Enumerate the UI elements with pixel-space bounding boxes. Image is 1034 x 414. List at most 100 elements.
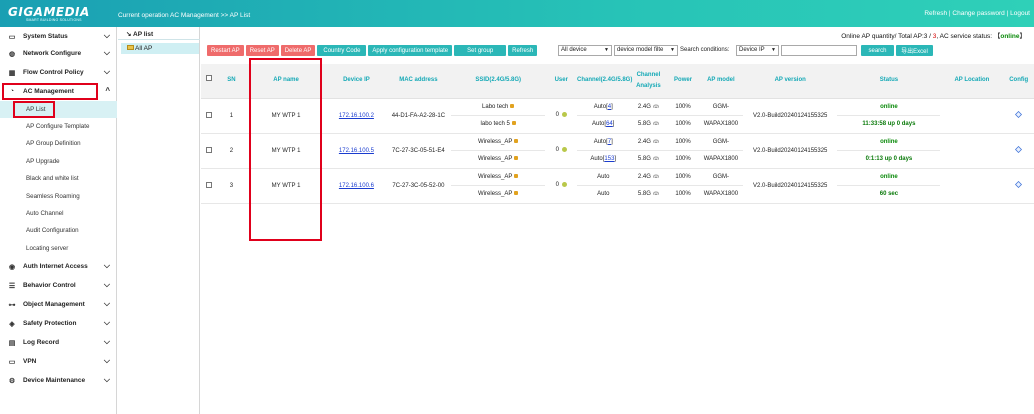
sidebar-item-label: Safety Protection xyxy=(23,320,77,327)
row-checkbox[interactable] xyxy=(206,111,213,118)
change-password-link[interactable]: Change password xyxy=(952,10,1004,17)
edit-icon[interactable] xyxy=(1015,181,1023,188)
monitor-icon: ▭ xyxy=(8,33,16,41)
row-checkbox[interactable] xyxy=(206,146,213,153)
chevron-down-icon: ⌵ xyxy=(103,356,110,365)
lock-icon xyxy=(514,190,519,195)
config-cell xyxy=(1003,168,1034,204)
wifi-signal-icon[interactable] xyxy=(652,155,659,161)
search-input[interactable] xyxy=(781,45,857,56)
tree-node-all-ap[interactable]: All AP xyxy=(121,43,199,54)
arrow-icon: ↘ xyxy=(126,31,132,38)
wifi-signal-icon[interactable] xyxy=(652,120,659,126)
export-excel-button[interactable]: 导出Excel xyxy=(896,45,933,56)
user-count: 0 xyxy=(555,112,559,119)
col-header: AP Location xyxy=(940,64,1004,99)
restart-ap-button[interactable]: Restart AP xyxy=(207,45,244,56)
top-bar: GIGAMEDIA SMART BUILDING SOLUTIONS Curre… xyxy=(0,0,1034,27)
ssid-line: Wireless_AP xyxy=(451,186,546,203)
apply-template-button[interactable]: Apply configuration template xyxy=(368,45,453,56)
wifi-signal-icon[interactable] xyxy=(652,138,659,144)
sidebar-item-vpn[interactable]: ▭ VPN ⌵ xyxy=(0,352,117,371)
location-cell xyxy=(940,98,1004,134)
col-header: Channel(2.4G/5.8G) xyxy=(576,64,632,99)
ssid-text: Labo tech xyxy=(482,103,509,110)
service-status: online xyxy=(1000,33,1020,40)
channel-link[interactable]: 153 xyxy=(604,156,614,162)
edit-icon[interactable] xyxy=(1015,146,1023,153)
chevron-down-icon: ⌵ xyxy=(103,48,110,57)
edit-icon[interactable] xyxy=(1015,111,1023,118)
sidebar-item-network-configure[interactable]: ◍ Network Configure ⌵ xyxy=(0,44,117,63)
power-line: 100% xyxy=(675,190,691,197)
power-line: 100% xyxy=(667,99,699,116)
set-group-button[interactable]: Set group xyxy=(454,45,507,56)
model-line: WAPAX1800 xyxy=(703,120,739,127)
sidebar-item-flow-control[interactable]: ▦ Flow Control Policy ⌵ xyxy=(0,63,117,82)
tree-title-text: AP list xyxy=(133,31,154,38)
sidebar-item-log-record[interactable]: ▤ Log Record ⌵ xyxy=(0,333,117,352)
search-button[interactable]: search xyxy=(861,45,894,56)
col-header: Device IP xyxy=(327,64,386,99)
config-cell xyxy=(1003,98,1034,134)
sidebar-subitem-locating-server[interactable]: Locating server xyxy=(0,240,117,257)
globe-lock-icon: ◉ xyxy=(8,263,16,271)
select-all-checkbox[interactable] xyxy=(206,75,213,82)
sidebar-subitem-ap-upgrade[interactable]: AP Upgrade xyxy=(0,153,117,170)
wifi-signal-icon[interactable] xyxy=(652,190,659,196)
sidebar-item-device-maintenance[interactable]: ⚙ Device Maintenance ⌵ xyxy=(0,371,117,390)
channel-mode: Auto xyxy=(592,120,605,127)
sidebar-subitem-black-white-list[interactable]: Black and white list xyxy=(0,170,117,187)
refresh-button[interactable]: Refresh xyxy=(508,45,538,56)
online-count: 3 xyxy=(923,33,928,40)
ssid-line: Wireless_AP xyxy=(450,169,546,186)
sidebar-subitem-auto-channel[interactable]: Auto Channel xyxy=(0,205,117,222)
channel-link[interactable]: 4 xyxy=(608,104,611,110)
search-field-value: Device IP xyxy=(739,47,765,53)
col-header: Config xyxy=(1003,64,1034,99)
refresh-link[interactable]: Refresh xyxy=(924,10,947,17)
model-line: GGM- xyxy=(698,99,743,116)
device-select[interactable]: All device ▼ xyxy=(558,45,612,56)
sidebar-item-label: Behavior Control xyxy=(23,282,76,289)
lock-icon xyxy=(514,138,519,143)
delete-ap-button[interactable]: Delete AP xyxy=(280,45,316,56)
version-cell: V2.0-Build20240124155325 xyxy=(742,133,838,169)
highlight-box xyxy=(2,83,98,100)
sidebar-subitem-ap-configure-template[interactable]: AP Configure Template xyxy=(0,118,117,135)
sidebar-item-behavior-control[interactable]: ☰ Behavior Control ⌵ xyxy=(0,276,117,295)
sidebar-item-auth-internet[interactable]: ◉ Auth Internet Access ⌵ xyxy=(0,257,117,276)
device-ip-link[interactable]: 172.16.100.2 xyxy=(339,113,374,119)
vpn-icon: ▭ xyxy=(8,358,16,366)
device-ip-link[interactable]: 172.16.100.6 xyxy=(339,183,374,189)
wifi-signal-icon[interactable] xyxy=(652,173,659,179)
status-cell: online 0:1:13 up 0 days xyxy=(837,133,941,169)
sidebar-subitem-audit-configuration[interactable]: Audit Configuration xyxy=(0,222,117,239)
chevron-down-icon: ▼ xyxy=(670,47,675,53)
channel-line: Auto xyxy=(576,169,630,186)
logout-link[interactable]: Logout xyxy=(1010,10,1030,17)
col-header: AP version xyxy=(742,64,838,99)
model-filter-select[interactable]: device model filte ▼ xyxy=(614,45,678,56)
row-checkbox[interactable] xyxy=(206,181,213,188)
device-ip-cell: 172.16.100.6 xyxy=(327,168,386,204)
channel-cell: Auto Auto xyxy=(576,168,630,204)
sidebar-item-label: Device Maintenance xyxy=(23,377,86,384)
power-line: 100% xyxy=(667,134,699,151)
sidebar-item-label: Log Record xyxy=(23,339,60,346)
reset-ap-button[interactable]: Reset AP xyxy=(245,45,279,56)
channel-link[interactable]: 7 xyxy=(608,139,611,145)
search-field-select[interactable]: Device IP ▼ xyxy=(736,45,779,56)
channel-link[interactable]: 64 xyxy=(606,121,613,127)
device-ip-link[interactable]: 172.16.100.5 xyxy=(339,148,374,154)
sidebar-item-object-management[interactable]: ⊶ Object Management ⌵ xyxy=(0,295,117,314)
sidebar-subitem-ap-group-definition[interactable]: AP Group Definition xyxy=(0,135,117,152)
location-cell xyxy=(940,168,1004,204)
sidebar-subitem-seamless-roaming[interactable]: Seamless Roaming xyxy=(0,188,117,205)
chevron-down-icon: ⌵ xyxy=(103,299,110,308)
chart-icon: ▦ xyxy=(8,69,16,77)
sidebar-item-safety-protection[interactable]: ◈ Safety Protection ⌵ xyxy=(0,314,117,333)
user-count: 0 xyxy=(555,147,559,154)
wifi-signal-icon[interactable] xyxy=(652,103,659,109)
country-code-button[interactable]: Country Code xyxy=(317,45,367,56)
